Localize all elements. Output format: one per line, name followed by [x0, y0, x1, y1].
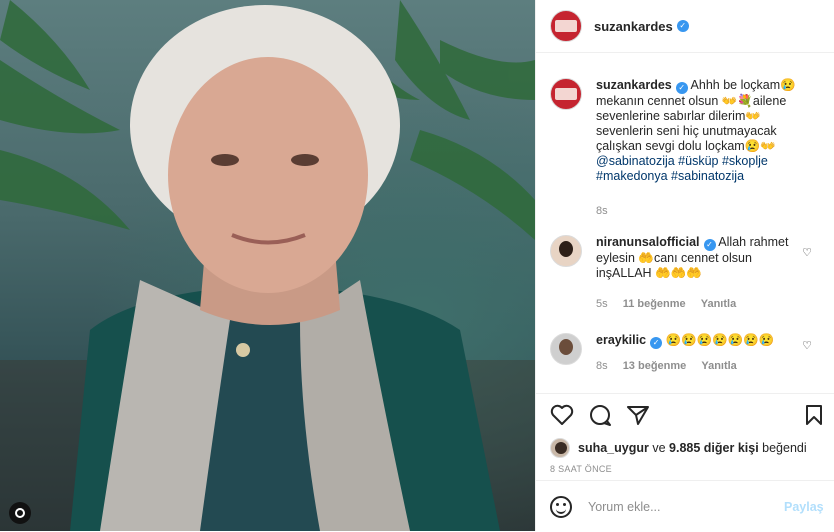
comment-age: 5s [596, 298, 608, 310]
verified-icon: ✓ [650, 337, 663, 349]
comment-likes[interactable]: 11 beğenme [623, 298, 686, 310]
likes-connector: ve [652, 441, 666, 455]
instagram-icon[interactable] [9, 502, 31, 524]
comment-meta: 8s 13 beğenme Yanıtla [596, 360, 737, 372]
comment-likes[interactable]: 13 beğenme [623, 360, 687, 372]
post-timestamp: 8 SAAT ÖNCE [550, 464, 612, 474]
post-button[interactable]: Paylaş [784, 500, 824, 514]
reply-button[interactable]: Yanıtla [701, 360, 736, 372]
comment-like-icon[interactable]: ♡ [802, 339, 812, 352]
comment-username[interactable]: niranunsalofficial [596, 235, 700, 249]
post-photo[interactable] [0, 0, 535, 531]
comment-age: 8s [596, 360, 608, 372]
smile-icon[interactable] [550, 495, 572, 518]
photo-illustration [0, 0, 535, 531]
likes-count[interactable]: 9.885 diğer kişi [669, 441, 759, 455]
action-bar: suha_uygur ve 9.885 diğer kişi beğendi 8… [536, 393, 834, 531]
comment-input[interactable] [586, 498, 780, 515]
comment-text: 😢😢😢😢😢😢😢 [665, 333, 775, 347]
comment-username[interactable]: eraykilic [596, 333, 646, 347]
comment-like-icon[interactable]: ♡ [802, 246, 812, 259]
comment-icon[interactable] [588, 404, 612, 426]
post-header: suzankardes ✓ [536, 0, 834, 53]
comment-meta: 5s 11 beğenme Yanıtla [596, 298, 736, 310]
author-username[interactable]: suzankardes [594, 19, 673, 34]
avatar[interactable] [550, 438, 570, 458]
verified-icon: ✓ [676, 20, 689, 32]
reply-button[interactable]: Yanıtla [701, 298, 736, 310]
post-sidebar: suzankardes ✓ suzankardes ✓ Ahhh be loçka… [535, 0, 834, 531]
verified-icon: ✓ [675, 82, 688, 94]
likes-suffix: beğendi [762, 441, 807, 455]
heart-icon[interactable] [550, 404, 574, 426]
comment-composer: Paylaş [536, 480, 834, 532]
comments-list: suzankardes ✓ Ahhh be loçkam😢 mekanın cen… [536, 53, 834, 393]
avatar[interactable] [550, 235, 582, 267]
list-item: niranunsalofficial ✓ Allah rahmet eylesin… [550, 235, 792, 281]
avatar[interactable] [550, 78, 582, 110]
caption-username[interactable]: suzankardes [596, 78, 672, 92]
bookmark-icon[interactable] [806, 405, 822, 425]
likes-summary: suha_uygur ve 9.885 diğer kişi beğendi [550, 438, 807, 458]
liker-username[interactable]: suha_uygur [578, 441, 649, 455]
caption-age: 8s [596, 205, 608, 217]
verified-icon: ✓ [703, 239, 716, 251]
avatar[interactable] [550, 10, 582, 42]
action-icons [550, 404, 650, 426]
avatar[interactable] [550, 333, 582, 365]
caption: suzankardes ✓ Ahhh be loçkam😢 mekanın cen… [550, 78, 806, 184]
caption-tags[interactable]: @sabinatozija #üsküp #skoplje #makedonya… [596, 154, 768, 183]
share-icon[interactable] [626, 404, 650, 426]
